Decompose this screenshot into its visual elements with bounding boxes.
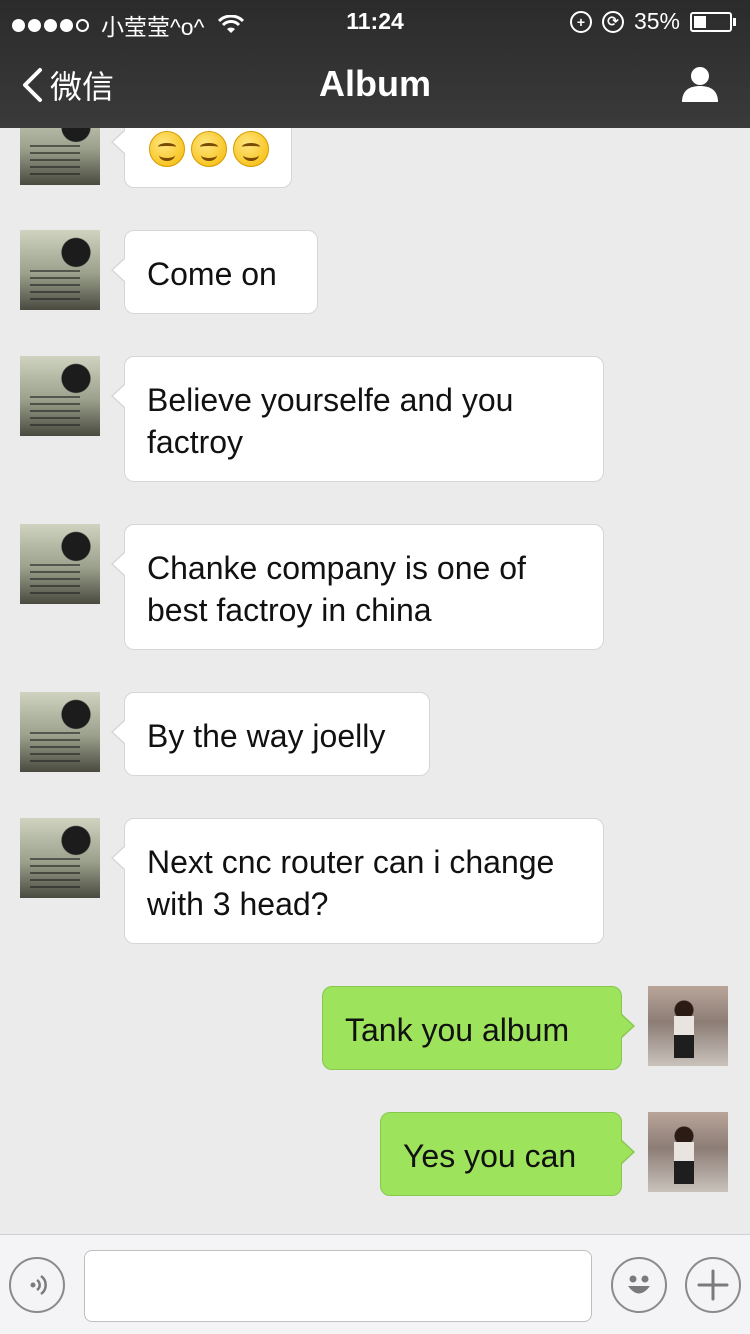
message-bubble-outgoing[interactable]: Tank you album	[322, 986, 635, 1070]
rotation-lock-icon: ⟳	[601, 10, 624, 33]
contact-avatar[interactable]	[20, 356, 100, 436]
message-text: Chanke company is one of best factroy in…	[147, 550, 526, 628]
battery-percent: 35%	[633, 8, 680, 34]
status-bar: 小莹莹^o^ 11:24 + ⟳ 35%	[0, 0, 750, 40]
message-input[interactable]	[84, 1250, 592, 1322]
location-icon: +	[569, 10, 592, 33]
contact-avatar[interactable]	[20, 230, 100, 310]
contact-avatar[interactable]	[20, 524, 100, 604]
message-bubble-incoming[interactable]: Chanke company is one of best factroy in…	[111, 524, 604, 650]
chat-title: Album	[319, 63, 431, 104]
my-avatar[interactable]	[648, 1112, 728, 1192]
message-list[interactable]: Come on Believe yourselfe and you factro…	[0, 0, 750, 1234]
battery-icon	[690, 11, 736, 32]
smiley-emoji-icon	[191, 131, 227, 167]
voice-icon	[30, 1274, 47, 1296]
contact-avatar[interactable]	[20, 692, 100, 772]
navigation-bar: 微信 Album	[0, 40, 750, 128]
contact-avatar[interactable]	[20, 818, 100, 898]
message-text: Come on	[147, 256, 277, 292]
chat-screen: Come on Believe yourselfe and you factro…	[0, 0, 750, 1334]
my-avatar[interactable]	[648, 986, 728, 1066]
message-bubble-incoming[interactable]: Come on	[111, 230, 318, 314]
message-text: Believe yourselfe and you factroy	[147, 382, 514, 460]
plus-icon	[697, 1269, 729, 1301]
message-text: Yes you can	[403, 1138, 577, 1174]
smiley-emoji-icon	[149, 131, 185, 167]
emoji-button[interactable]	[611, 1257, 667, 1313]
input-bar	[0, 1234, 750, 1334]
message-bubble-incoming[interactable]: By the way joelly	[111, 692, 430, 776]
message-bubble-incoming[interactable]: Next cnc router can i change with 3 head…	[111, 818, 604, 944]
top-bar: 小莹莹^o^ 11:24 + ⟳ 35% 微信 Album	[0, 0, 750, 128]
voice-button[interactable]	[9, 1257, 65, 1313]
smiley-emoji-icon	[233, 131, 269, 167]
message-text: Next cnc router can i change with 3 head…	[147, 844, 555, 922]
person-icon[interactable]	[680, 64, 720, 104]
emoji-icon	[628, 1275, 650, 1294]
message-bubble-outgoing[interactable]: Yes you can	[380, 1112, 635, 1196]
emoji-row	[149, 131, 269, 167]
more-button[interactable]	[685, 1257, 741, 1313]
message-text: By the way joelly	[147, 718, 386, 754]
message-text: Tank you album	[345, 1012, 570, 1048]
message-bubble-incoming[interactable]: Believe yourselfe and you factroy	[111, 356, 604, 482]
